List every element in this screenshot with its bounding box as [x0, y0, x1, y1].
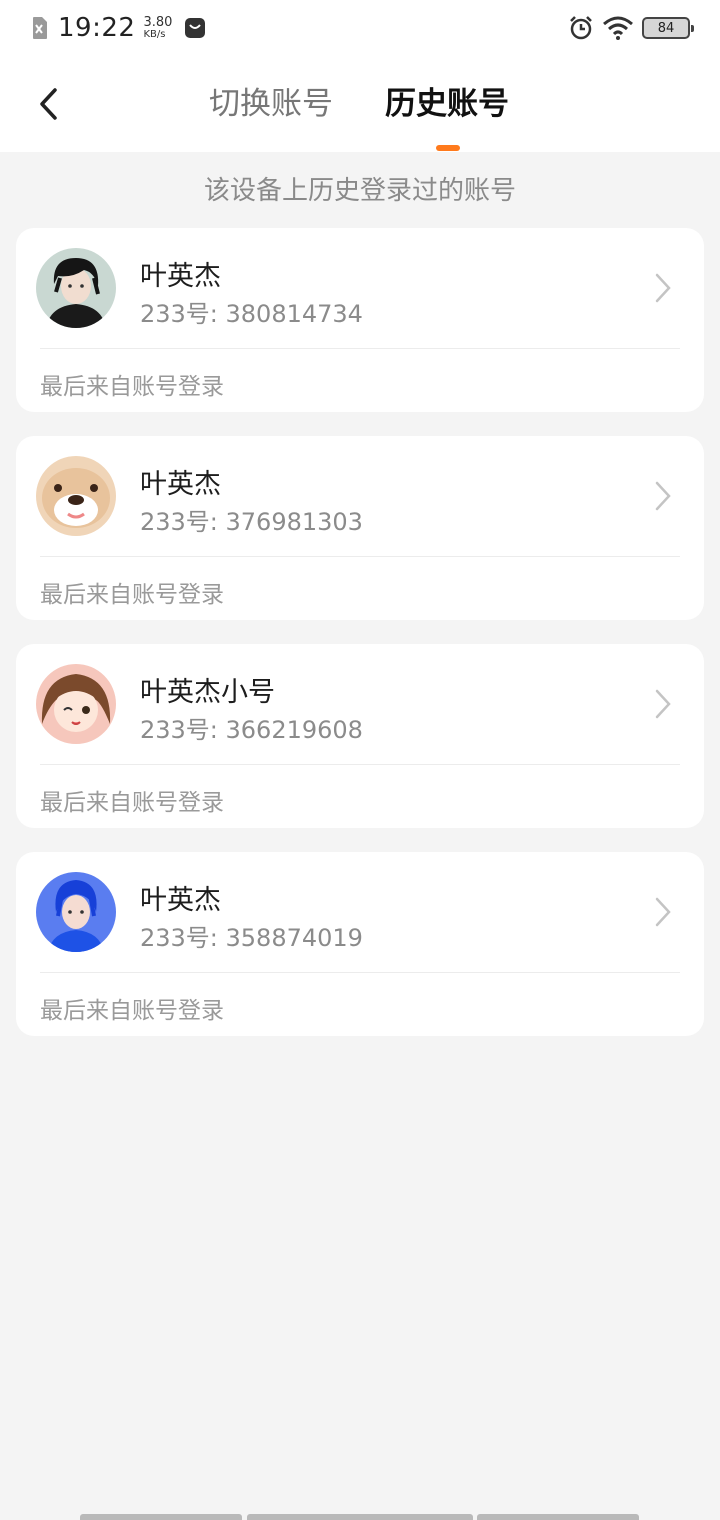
account-card[interactable]: 叶英杰 233号: 376981303 最后来自账号登录: [16, 436, 704, 620]
account-card[interactable]: 叶英杰小号 233号: 366219608 最后来自账号登录: [16, 644, 704, 828]
network-speed-unit: KB/s: [143, 29, 166, 40]
wifi-icon: [603, 16, 633, 40]
last-login-text: 最后来自账号登录: [40, 374, 224, 400]
divider: [40, 764, 680, 765]
battery-icon: 84: [642, 17, 694, 39]
tab-switch-account[interactable]: 切换账号: [209, 82, 333, 126]
avatar: [36, 664, 116, 744]
gesture-bar-segment[interactable]: [247, 1514, 473, 1520]
avatar: [36, 456, 116, 536]
account-card[interactable]: 叶英杰 233号: 380814734 最后来自账号登录: [16, 228, 704, 412]
account-name: 叶英杰: [140, 261, 221, 292]
gesture-bar-segment[interactable]: [477, 1514, 639, 1520]
status-left: 19:22 3.80 KB/s: [30, 12, 206, 44]
last-login-text: 最后来自账号登录: [40, 790, 224, 816]
account-id: 233号: 380814734: [140, 300, 363, 328]
alarm-icon: [570, 16, 592, 40]
anime-girl-avatar-icon: [36, 664, 116, 744]
blue-hair-avatar-icon: [36, 872, 116, 952]
chevron-left-icon: [40, 88, 57, 120]
divider: [40, 348, 680, 349]
tab-history-account[interactable]: 历史账号: [385, 82, 509, 126]
sim-card-icon: [33, 17, 47, 39]
puppy-avatar-icon: [36, 456, 116, 536]
chevron-right-icon: [655, 273, 671, 303]
account-id: 233号: 366219608: [140, 716, 363, 744]
account-name: 叶英杰: [140, 469, 221, 500]
chevron-right-icon: [655, 689, 671, 719]
active-tab-indicator: [436, 145, 460, 151]
avatar: [36, 872, 116, 952]
status-right: 84: [568, 14, 694, 42]
status-bar: 19:22 3.80 KB/s 84: [0, 0, 720, 56]
gesture-bar-segment[interactable]: [80, 1514, 242, 1520]
account-id: 233号: 358874019: [140, 924, 363, 952]
divider: [40, 556, 680, 557]
notification-icon: [185, 18, 206, 38]
account-card[interactable]: 叶英杰 233号: 358874019 最后来自账号登录: [16, 852, 704, 1036]
account-id: 233号: 376981303: [140, 508, 363, 536]
chevron-right-icon: [655, 897, 671, 927]
account-name: 叶英杰小号: [140, 677, 275, 708]
back-button[interactable]: [30, 80, 66, 128]
dark-hair-avatar-icon: [36, 248, 116, 328]
top-navigation: 切换账号 历史账号: [0, 56, 720, 152]
account-name: 叶英杰: [140, 885, 221, 916]
clock: 19:22: [58, 13, 136, 43]
page-subtitle: 该设备上历史登录过的账号: [203, 176, 516, 206]
divider: [40, 972, 680, 973]
network-speed-value: 3.80: [143, 15, 173, 30]
network-speed: 3.80 KB/s: [143, 16, 172, 40]
last-login-text: 最后来自账号登录: [40, 582, 224, 608]
battery-level: 84: [657, 20, 675, 36]
last-login-text: 最后来自账号登录: [40, 998, 224, 1024]
chevron-right-icon: [655, 481, 671, 511]
avatar: [36, 248, 116, 328]
